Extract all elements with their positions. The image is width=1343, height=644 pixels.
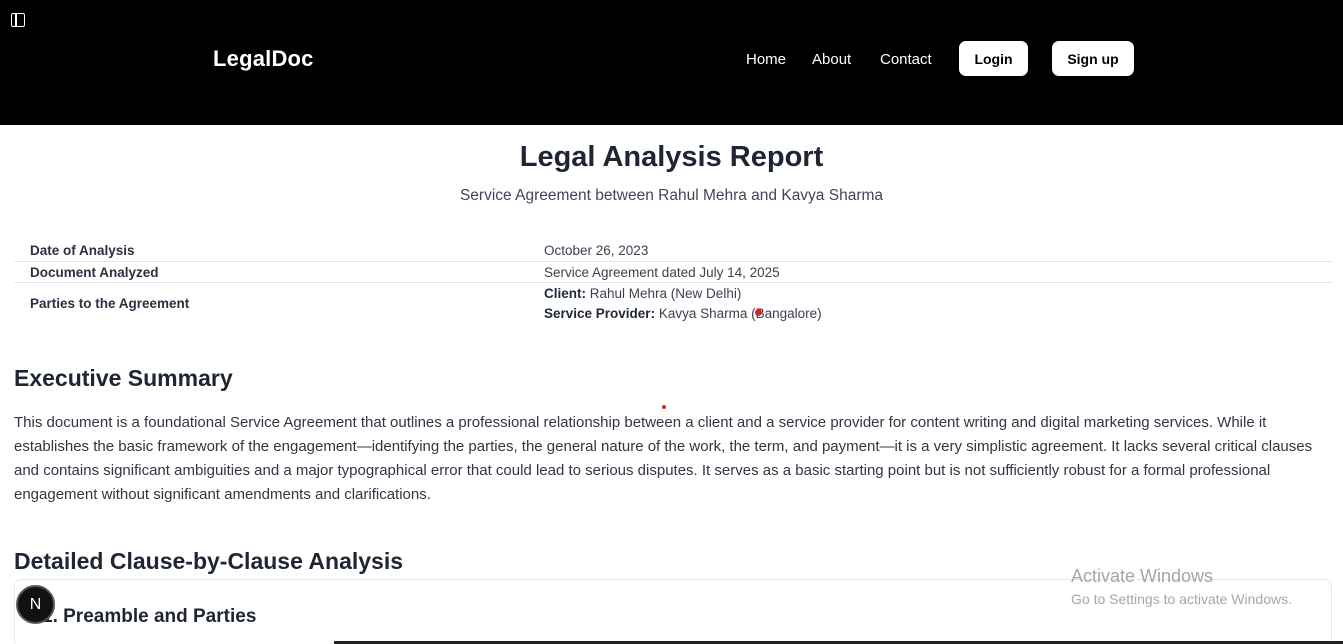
activate-windows-subtitle: Go to Settings to activate Windows. xyxy=(1071,591,1292,607)
meta-row-document: Document Analyzed Service Agreement date… xyxy=(14,262,1332,283)
top-nav-bar: LegalDoc Home About Contact Login Sign u… xyxy=(0,0,1343,125)
dev-tools-badge[interactable]: N xyxy=(16,585,55,624)
login-button[interactable]: Login xyxy=(959,41,1028,76)
sidebar-toggle-icon[interactable] xyxy=(11,13,25,27)
executive-summary-heading: Executive Summary xyxy=(14,365,233,391)
meta-label: Parties to the Agreement xyxy=(30,296,190,311)
nav-about-link[interactable]: About xyxy=(812,51,851,68)
client-value: Rahul Mehra (New Delhi) xyxy=(589,286,742,301)
meta-value-provider: Service Provider: Kavya Sharma (Bangalor… xyxy=(544,306,822,321)
red-dot-marker xyxy=(662,405,666,409)
clause-analysis-heading: Detailed Clause-by-Clause Analysis xyxy=(14,548,404,574)
meta-value: October 26, 2023 xyxy=(544,243,649,258)
report-subtitle: Service Agreement between Rahul Mehra an… xyxy=(459,187,884,204)
provider-label: Service Provider: xyxy=(544,306,656,321)
meta-label: Document Analyzed xyxy=(30,265,159,280)
meta-label: Date of Analysis xyxy=(30,243,135,258)
meta-value: Service Agreement dated July 14, 2025 xyxy=(544,265,780,280)
executive-summary-text: This document is a foundational Service … xyxy=(14,414,1313,503)
client-label: Client: xyxy=(544,286,586,301)
activate-windows-title: Activate Windows xyxy=(1071,566,1214,586)
provider-value: Kavya Sharma (Bangalore) xyxy=(658,306,822,321)
mouse-cursor-icon xyxy=(755,309,762,316)
meta-row-date: Date of Analysis October 26, 2023 xyxy=(14,240,1332,262)
report-title: Legal Analysis Report xyxy=(519,141,824,173)
meta-row-parties: Parties to the Agreement Client: Rahul M… xyxy=(14,283,1332,327)
nav-home-link[interactable]: Home xyxy=(746,51,786,68)
signup-button[interactable]: Sign up xyxy=(1052,41,1134,76)
clause-heading-preamble: 1. Preamble and Parties xyxy=(42,606,257,627)
meta-value-client: Client: Rahul Mehra (New Delhi) xyxy=(544,286,741,301)
report-metadata-table: Date of Analysis October 26, 2023 Docume… xyxy=(14,240,1332,327)
nav-contact-link[interactable]: Contact xyxy=(880,51,932,68)
brand-logo[interactable]: LegalDoc xyxy=(213,46,314,72)
